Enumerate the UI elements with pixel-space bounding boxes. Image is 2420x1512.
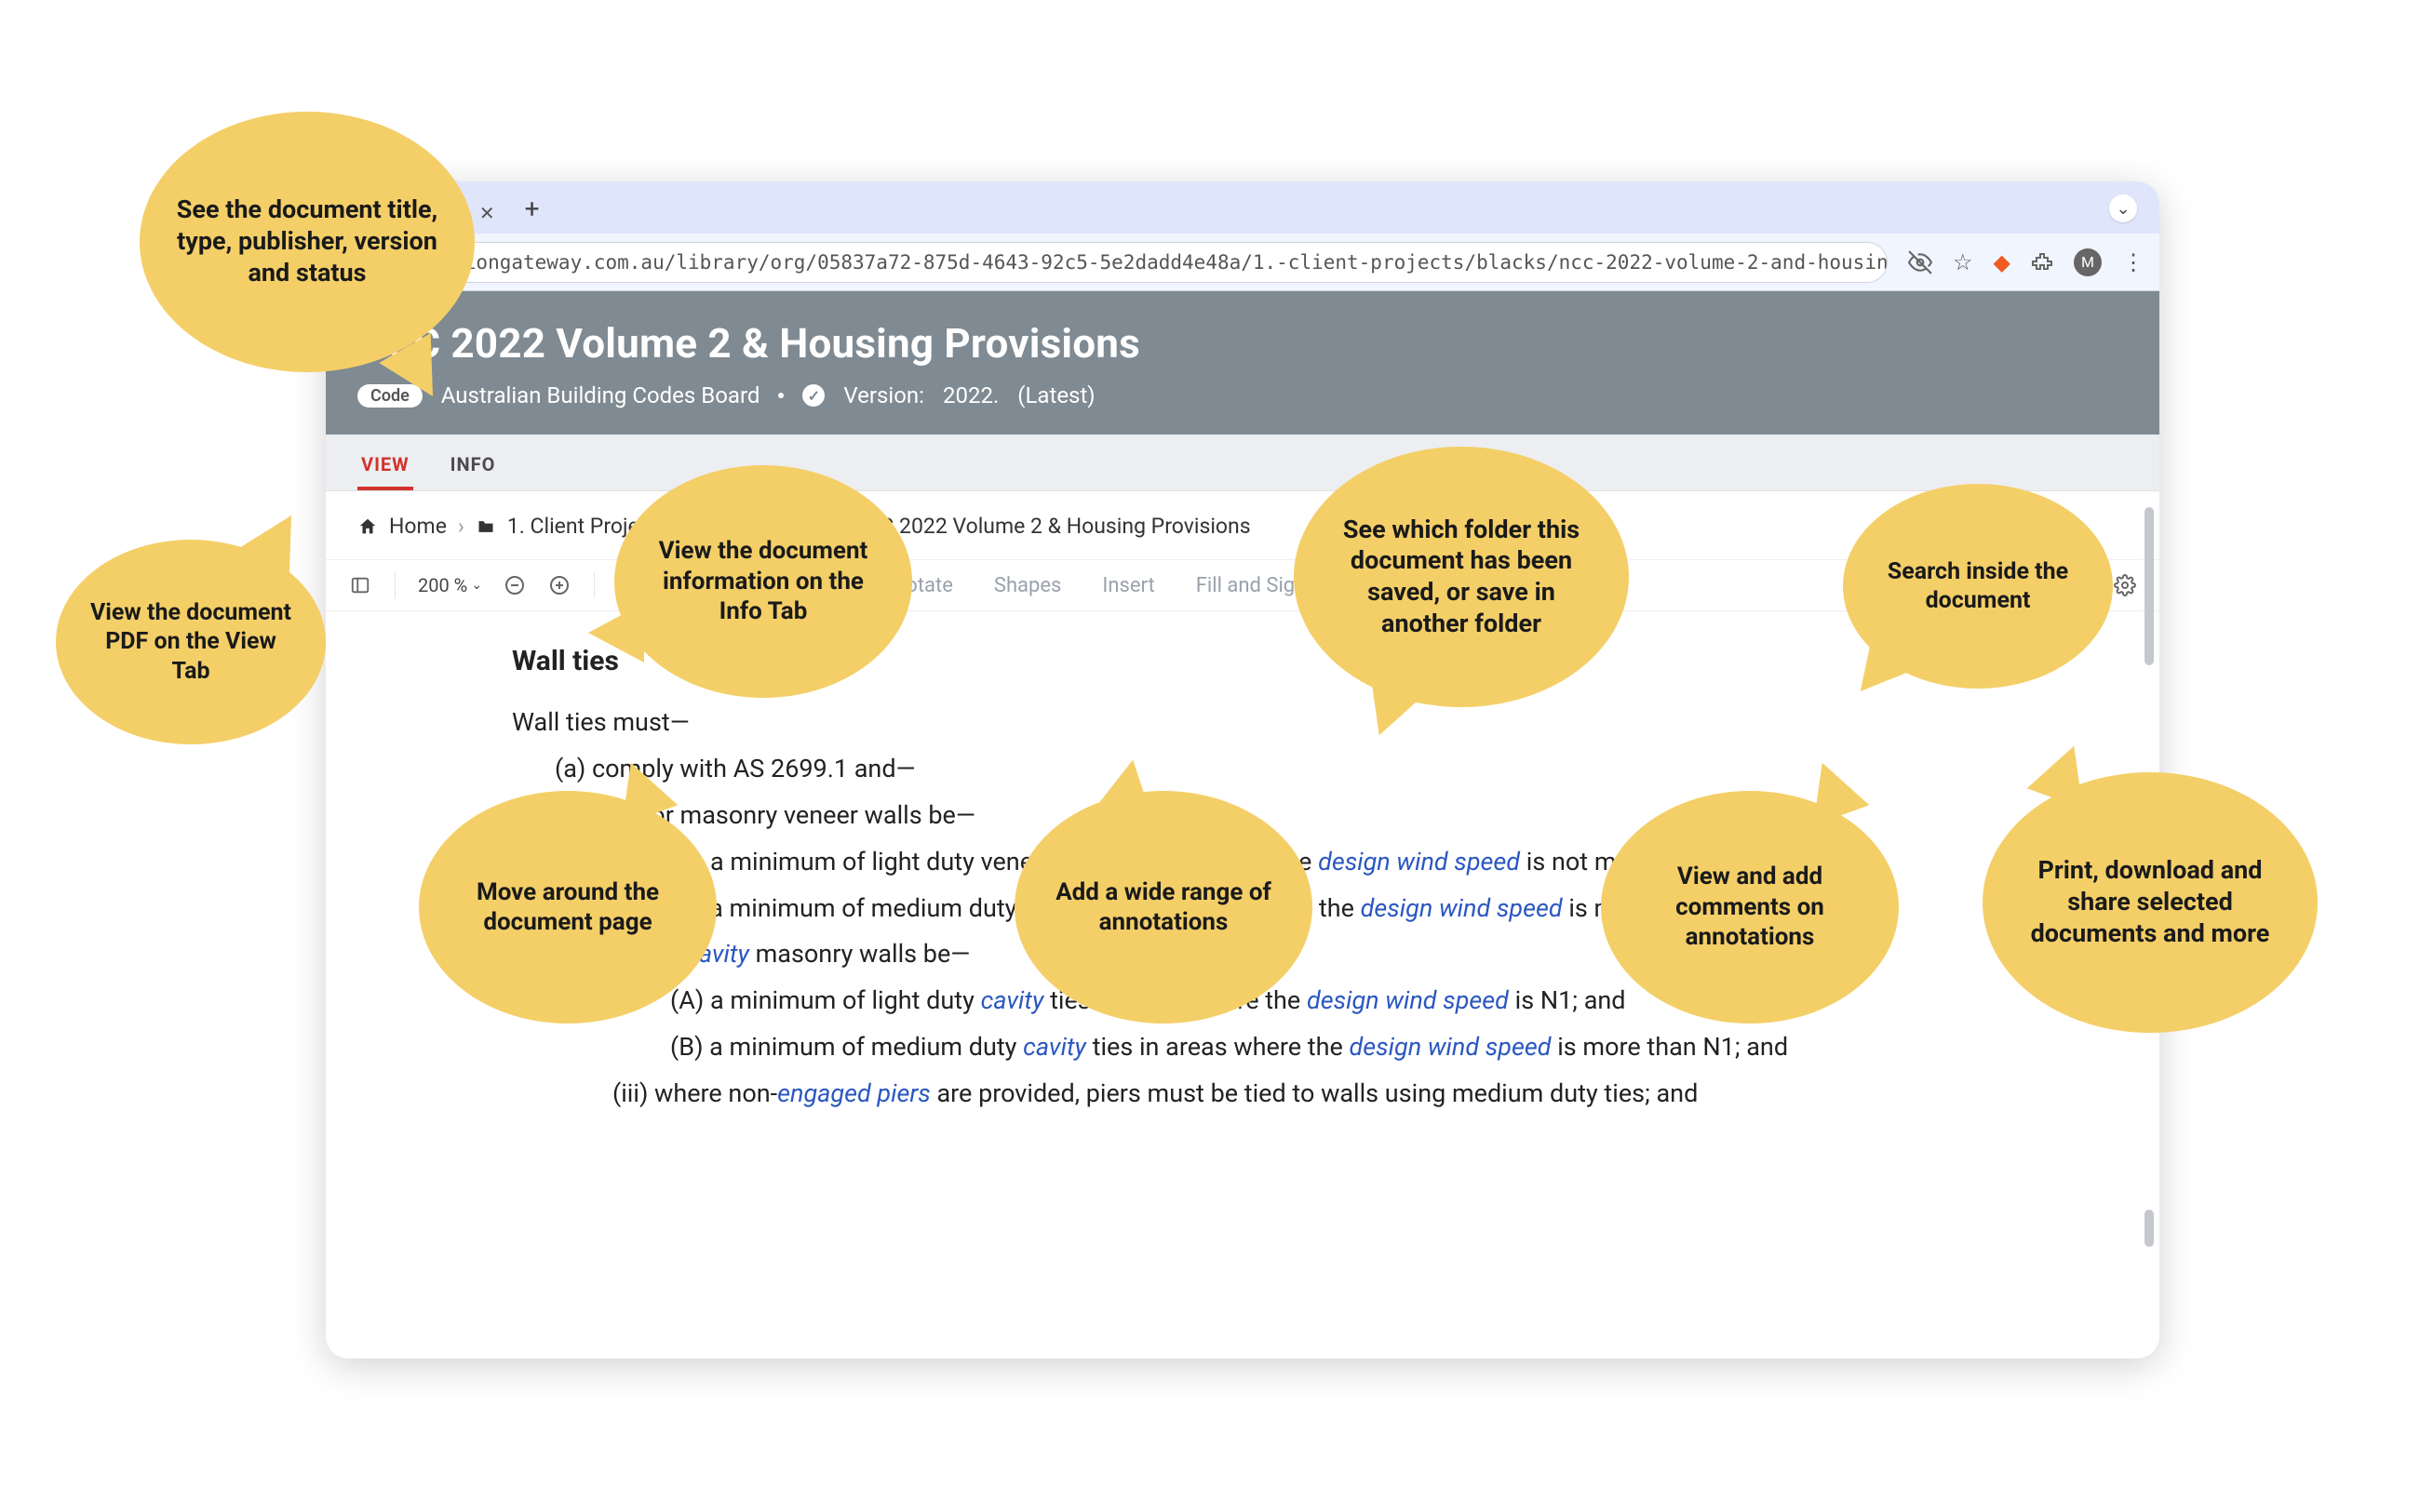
mode-shapes[interactable]: Shapes (994, 574, 1062, 597)
callout-comments: View and add comments on annotations (1601, 791, 1899, 1024)
breadcrumb-item: NCC 2022 Volume 2 & Housing Provisions (851, 514, 1251, 539)
page-tab-row: VIEW INFO (326, 435, 2159, 491)
browser-toolbar-icons: ☆ ◆ M ⋮ (1908, 248, 2144, 276)
callout-view-tab: View the document PDF on the View Tab (56, 540, 326, 744)
callout-info-tab: View the document information on the Inf… (614, 465, 912, 698)
browser-window: 2 & Housin… ✕ + ⌄ ginformationgateway.co… (326, 181, 2159, 1358)
viewer-scrollbar[interactable] (2144, 1210, 2154, 1247)
document-meta: Code Australian Building Codes Board ✓ V… (357, 382, 2128, 408)
tab-info[interactable]: INFO (447, 440, 500, 490)
breadcrumb-sep: › (458, 514, 464, 539)
browser-address-bar: ginformationgateway.com.au/library/org/0… (326, 234, 2159, 291)
star-icon[interactable]: ☆ (1953, 249, 1973, 275)
zoom-out-icon[interactable] (497, 568, 532, 603)
callout-text: View the document information on the Inf… (648, 536, 879, 627)
doc-line: (B) a minimum of medium duty cavity ties… (670, 1026, 2104, 1069)
folder-icon (476, 517, 496, 536)
callout-text: Add a wide range of annotations (1048, 877, 1279, 938)
eye-off-icon[interactable] (1908, 250, 1932, 274)
callout-settings: Print, download and share selected docum… (1983, 772, 2318, 1033)
sidebar-toggle-icon[interactable] (343, 568, 378, 603)
mode-insert[interactable]: Insert (1102, 574, 1154, 597)
browser-profile-avatar[interactable]: M (2074, 248, 2102, 276)
zoom-value: 200 % (418, 574, 467, 596)
home-icon[interactable] (357, 516, 378, 537)
callout-text: View the document PDF on the View Tab (89, 598, 292, 686)
doc-line: (i) for masonry veneer walls be— (612, 795, 2104, 837)
check-icon: ✓ (802, 384, 825, 407)
version-value: 2022. (943, 382, 999, 408)
callout-text: See the document title, type, publisher,… (173, 194, 441, 288)
page-scrollbar[interactable] (2144, 507, 2154, 665)
doc-line: (iii) where non-engaged piers are provid… (612, 1073, 2104, 1116)
document-title: NCC 2022 Volume 2 & Housing Provisions (357, 319, 2128, 368)
browser-url-field[interactable]: ginformationgateway.com.au/library/org/0… (341, 242, 1888, 283)
document-header: NCC 2022 Volume 2 & Housing Provisions C… (326, 291, 2159, 435)
callout-pan: Move around the document page (419, 791, 717, 1024)
callout-text: Print, download and share selected docum… (2016, 855, 2284, 949)
extension-flame-icon[interactable]: ◆ (1994, 249, 2010, 275)
callout-annotate: Add a wide range of annotations (1015, 791, 1312, 1024)
separator-dot (778, 393, 784, 398)
breadcrumb-item[interactable]: Home (389, 514, 447, 539)
callout-search: Search inside the document (1843, 484, 2113, 689)
callout-text: See which folder this document has been … (1327, 515, 1595, 640)
doc-line: Wall ties must— (512, 702, 2104, 744)
version-status: (Latest) (1017, 382, 1095, 408)
extension-puzzle-icon[interactable] (2031, 251, 2053, 274)
doc-line: (A) a minimum of light duty cavity ties … (670, 980, 2104, 1023)
callout-text: Move around the document page (452, 877, 683, 938)
chevron-down-icon: ⌄ (471, 578, 482, 593)
tab-view[interactable]: VIEW (357, 440, 413, 490)
callout-doc-title: See the document title, type, publisher,… (140, 112, 475, 372)
avatar-letter: M (2081, 253, 2094, 271)
browser-url-text: ginformationgateway.com.au/library/org/0… (358, 251, 1888, 274)
kebab-menu-icon[interactable]: ⋮ (2122, 249, 2144, 275)
new-tab-button[interactable]: + (525, 194, 540, 224)
zoom-level[interactable]: 200 % ⌄ (412, 570, 488, 600)
callout-text: View and add comments on annotations (1634, 862, 1865, 953)
callout-text: Search inside the document (1876, 557, 2079, 616)
callout-folder: See which folder this document has been … (1294, 447, 1629, 707)
close-tab-icon[interactable]: ✕ (479, 202, 495, 224)
zoom-in-icon[interactable] (542, 568, 577, 603)
mode-fill-sign[interactable]: Fill and Sign (1196, 574, 1307, 597)
version-label: Version: (843, 382, 924, 408)
document-publisher: Australian Building Codes Board (441, 382, 760, 408)
doc-line: (a) comply with AS 2699.1 and— (555, 748, 2104, 791)
browser-tab-strip: 2 & Housin… ✕ + ⌄ (326, 181, 2159, 234)
tab-overflow-icon[interactable]: ⌄ (2109, 194, 2137, 222)
